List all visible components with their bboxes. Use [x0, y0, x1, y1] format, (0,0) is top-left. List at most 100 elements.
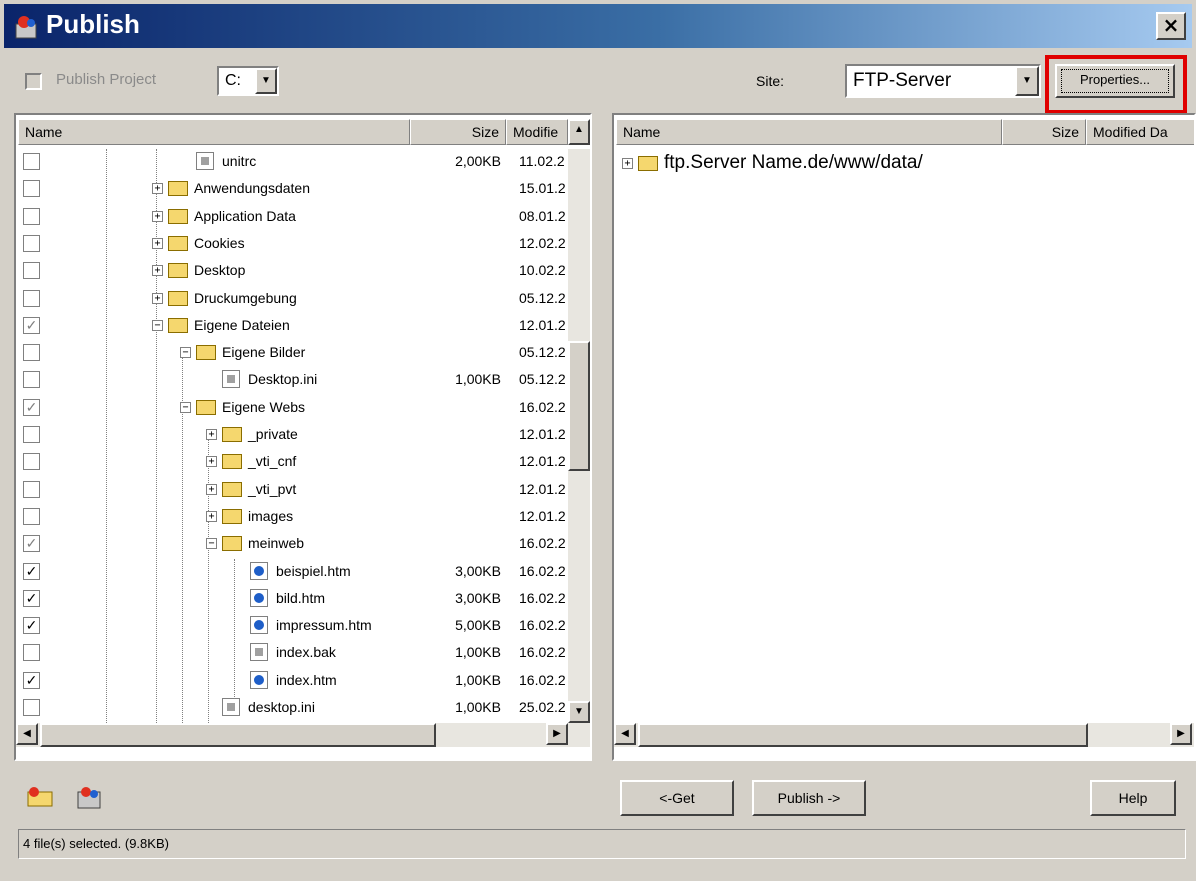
tree-row[interactable]: + Anwendungsdaten 15.01.2 [16, 176, 568, 202]
expand-icon[interactable]: + [622, 158, 633, 169]
tree-row[interactable]: + Desktop 10.02.2 [16, 258, 568, 284]
tree-row[interactable]: + _private 12.01.2 [16, 422, 568, 448]
row-checkbox[interactable] [23, 507, 40, 525]
row-checkbox[interactable] [23, 480, 40, 498]
expand-icon[interactable]: + [206, 456, 217, 468]
site-manager-icon[interactable] [74, 784, 104, 810]
row-checkbox[interactable] [23, 262, 40, 280]
tree-row[interactable]: ✓ bild.htm 3,00KB 16.02.2 [16, 586, 568, 612]
row-checkbox[interactable] [23, 644, 40, 662]
tree-item-label: images [248, 507, 294, 524]
drive-value: C: [225, 72, 241, 89]
remote-files-pane[interactable]: Name Size Modified Da + ftp.Server Name.… [612, 113, 1196, 761]
tree-row[interactable]: + Cookies 12.02.2 [16, 231, 568, 257]
tree-row[interactable]: + Druckumgebung 05.12.2 [16, 286, 568, 312]
row-checkbox[interactable] [23, 699, 40, 716]
expand-icon[interactable]: + [152, 210, 163, 222]
expand-icon[interactable]: + [152, 183, 163, 195]
col-size[interactable]: Size [1002, 119, 1086, 145]
row-checkbox[interactable]: ✓ [23, 589, 40, 607]
expand-icon[interactable]: + [206, 429, 217, 440]
file-modified: 05.12.2 [519, 371, 566, 388]
expand-icon[interactable]: + [206, 483, 217, 495]
horizontal-scrollbar[interactable]: ◀ ▶ [16, 723, 590, 747]
collapse-icon[interactable]: − [180, 347, 191, 359]
tree-row[interactable]: + _vti_cnf 12.01.2 [16, 449, 568, 475]
tree-row[interactable]: unitrc 2,00KB 11.02.2 [16, 149, 568, 175]
tree-row[interactable]: ✓ − meinweb 16.02.2 [16, 531, 568, 557]
tree-row[interactable]: ✓ − Eigene Dateien 12.01.2 [16, 313, 568, 339]
sort-arrow-icon[interactable]: ▲ [568, 119, 590, 145]
row-checkbox[interactable] [23, 289, 40, 307]
row-checkbox[interactable]: ✓ [23, 617, 40, 635]
chevron-down-icon[interactable]: ▼ [1015, 66, 1039, 96]
row-checkbox[interactable]: ✓ [23, 535, 40, 553]
chevron-down-icon[interactable]: ▼ [255, 68, 277, 94]
local-files-pane[interactable]: Name Size Modifie ▲ unitrc 2,00KB 11.02.2 +… [14, 113, 592, 761]
h-scroll-thumb[interactable] [638, 723, 1088, 747]
expand-icon[interactable]: + [152, 292, 163, 304]
new-folder-icon[interactable] [26, 784, 56, 810]
tree-row[interactable]: ✓ − Eigene Webs 16.02.2 [16, 395, 568, 421]
col-modified[interactable]: Modifie [506, 119, 568, 145]
tree-row[interactable]: Desktop.ini 1,00KB 05.12.2 [16, 367, 568, 393]
row-checkbox[interactable] [23, 207, 40, 225]
tree-row[interactable]: desktop.ini 1,00KB 25.02.2 [16, 695, 568, 721]
expand-icon[interactable]: + [152, 237, 163, 249]
local-tree[interactable]: unitrc 2,00KB 11.02.2 + Anwendungsdaten 15.01… [16, 149, 568, 739]
remote-tree-item[interactable]: + ftp.Server Name.de/www/data/ [614, 151, 1194, 177]
collapse-icon[interactable]: − [206, 538, 217, 550]
help-button[interactable]: Help [1090, 780, 1176, 816]
row-checkbox[interactable]: ✓ [23, 671, 40, 689]
expand-icon[interactable]: + [206, 510, 217, 522]
row-checkbox[interactable] [23, 180, 40, 198]
row-checkbox[interactable] [23, 234, 40, 252]
tree-item-label: Desktop [194, 262, 246, 279]
h-scroll-thumb[interactable] [40, 723, 436, 747]
tree-item-label: Druckumgebung [194, 289, 297, 306]
horizontal-scrollbar[interactable]: ◀ ▶ [614, 723, 1194, 747]
vertical-scrollbar[interactable]: ▼ [568, 149, 590, 723]
scroll-thumb[interactable] [568, 341, 590, 471]
expand-icon[interactable]: + [152, 265, 163, 277]
collapse-icon[interactable]: − [180, 401, 191, 413]
scroll-right-button[interactable]: ▶ [1170, 723, 1192, 745]
row-checkbox[interactable] [23, 453, 40, 471]
get-button[interactable]: <-Get [620, 780, 734, 816]
col-size[interactable]: Size [410, 119, 506, 145]
site-select[interactable]: FTP-Server ▼ [845, 64, 1041, 98]
publish-project-checkbox[interactable] [25, 73, 42, 90]
tree-row[interactable]: ✓ impressum.htm 5,00KB 16.02.2 [16, 613, 568, 639]
properties-button[interactable]: Properties... [1055, 64, 1175, 98]
tree-item-label: impressum.htm [276, 617, 372, 634]
tree-row[interactable]: − Eigene Bilder 05.12.2 [16, 340, 568, 366]
file-modified: 15.01.2 [519, 180, 566, 197]
col-name[interactable]: Name [18, 119, 410, 145]
scroll-left-button[interactable]: ◀ [614, 723, 636, 745]
scroll-down-button[interactable]: ▼ [568, 701, 590, 723]
row-checkbox[interactable]: ✓ [23, 398, 40, 416]
site-label: Site: [756, 73, 785, 89]
tree-row[interactable]: + images 12.01.2 [16, 504, 568, 530]
row-checkbox[interactable] [23, 426, 40, 443]
tree-row[interactable]: ✓ beispiel.htm 3,00KB 16.02.2 [16, 559, 568, 585]
tree-row[interactable]: + _vti_pvt 12.01.2 [16, 477, 568, 503]
close-button[interactable]: × [1156, 12, 1186, 40]
col-name[interactable]: Name [616, 119, 1002, 145]
tree-row[interactable]: index.bak 1,00KB 16.02.2 [16, 640, 568, 666]
scroll-right-button[interactable]: ▶ [546, 723, 568, 745]
tree-row[interactable]: + Application Data 08.01.2 [16, 204, 568, 230]
row-checkbox[interactable]: ✓ [23, 316, 40, 334]
tree-row[interactable]: ✓ index.htm 1,00KB 16.02.2 [16, 668, 568, 694]
scroll-left-button[interactable]: ◀ [16, 723, 38, 745]
row-checkbox[interactable] [23, 344, 40, 362]
row-checkbox[interactable] [23, 153, 40, 170]
row-checkbox[interactable] [23, 371, 40, 389]
row-checkbox[interactable]: ✓ [23, 562, 40, 580]
drive-select[interactable]: C: ▼ [217, 66, 279, 96]
file-icon [222, 698, 240, 716]
publish-button[interactable]: Publish -> [752, 780, 866, 816]
collapse-icon[interactable]: − [152, 319, 163, 331]
col-modified[interactable]: Modified Da [1086, 119, 1194, 145]
html-file-icon [250, 670, 268, 689]
